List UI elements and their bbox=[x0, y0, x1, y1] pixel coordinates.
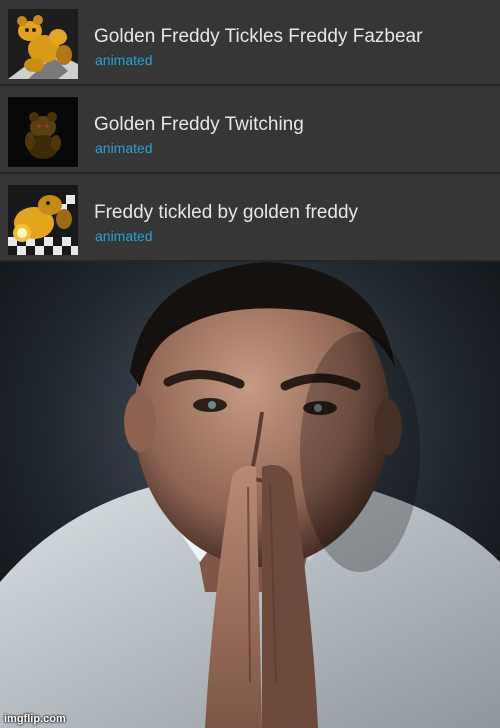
result-tag[interactable]: animated bbox=[95, 140, 153, 156]
result-thumbnail[interactable] bbox=[8, 9, 78, 79]
golden-freddy-bears-thumbnail-icon bbox=[8, 9, 78, 79]
result-tag[interactable]: animated bbox=[95, 228, 153, 244]
result-title[interactable]: Golden Freddy Tickles Freddy Fazbear bbox=[94, 26, 422, 48]
result-thumbnail[interactable] bbox=[8, 185, 78, 255]
result-tag[interactable]: animated bbox=[95, 52, 153, 68]
freddy-checkered-floor-thumbnail-icon bbox=[8, 185, 78, 255]
search-results-list: Golden Freddy Tickles Freddy Fazbear ani… bbox=[0, 0, 500, 262]
result-item[interactable]: Golden Freddy Tickles Freddy Fazbear ani… bbox=[0, 0, 500, 86]
imgflip-watermark: imgflip.com bbox=[4, 713, 66, 725]
result-title[interactable]: Freddy tickled by golden freddy bbox=[94, 202, 358, 224]
dark-golden-freddy-thumbnail-icon bbox=[8, 97, 78, 167]
result-thumbnail[interactable] bbox=[8, 97, 78, 167]
result-item[interactable]: Golden Freddy Twitching animated bbox=[0, 88, 500, 174]
praying-man-photo bbox=[0, 262, 500, 728]
meme-page: Golden Freddy Tickles Freddy Fazbear ani… bbox=[0, 0, 500, 728]
praying-hands-man-photo-icon bbox=[0, 262, 500, 728]
result-item[interactable]: Freddy tickled by golden freddy animated bbox=[0, 176, 500, 262]
result-title[interactable]: Golden Freddy Twitching bbox=[94, 114, 304, 136]
